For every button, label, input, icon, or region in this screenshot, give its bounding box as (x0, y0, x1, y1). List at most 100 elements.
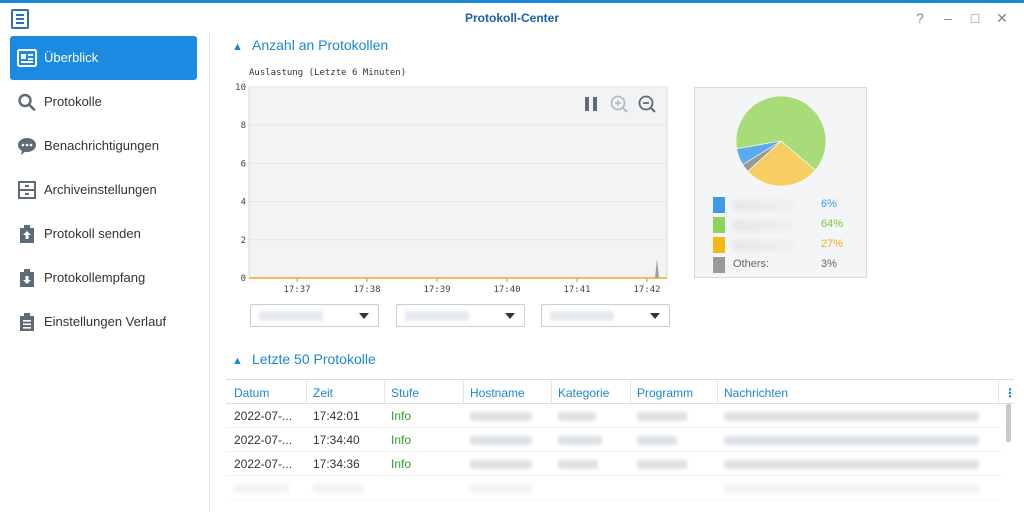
legend-label (733, 240, 793, 251)
legend-item: 6% (713, 196, 863, 214)
table-row[interactable]: 2022-07-... 17:34:36 Info (226, 452, 1001, 476)
cell-date: 2022-07-... (234, 457, 293, 471)
cell-program-redacted (637, 436, 677, 445)
host-dropdown-1[interactable] (250, 304, 379, 327)
section-title: Anzahl an Protokollen (252, 37, 389, 53)
dropdown-value (550, 311, 614, 321)
column-header-time[interactable]: Zeit (313, 386, 333, 400)
legend-swatch (713, 257, 725, 273)
sidebar-item-overview[interactable]: Überblick (10, 36, 197, 80)
close-icon[interactable]: ✕ (992, 9, 1012, 27)
legend-swatch (713, 217, 725, 233)
column-header-date[interactable]: Datum (234, 386, 269, 400)
legend-label (733, 200, 793, 211)
column-menu-icon[interactable]: ⋮ (1004, 386, 1016, 400)
chevron-down-icon (505, 313, 515, 319)
x-tick-label: 17:39 (423, 285, 450, 295)
pause-icon[interactable] (581, 93, 601, 115)
y-tick-label: 0 (241, 274, 246, 284)
cell-program-redacted (637, 412, 687, 421)
column-header-category[interactable]: Kategorie (558, 386, 609, 400)
legend-percent: 6% (821, 198, 837, 210)
y-tick-label: 6 (241, 159, 246, 169)
section-header-log-count[interactable]: ▲ Anzahl an Protokollen (232, 37, 388, 53)
y-tick-label: 8 (241, 121, 246, 131)
clipboard-upload-icon (20, 225, 34, 243)
cell-date: 2022-07-... (234, 433, 293, 447)
cell-redacted (234, 484, 289, 493)
window-title: Protokoll-Center (464, 11, 559, 25)
cell-time: 17:42:01 (313, 409, 360, 423)
zoom-in-icon[interactable] (609, 93, 629, 115)
chevron-up-icon: ▲ (232, 41, 243, 53)
sidebar-item-log-receive[interactable]: Protokollempfang (10, 256, 197, 300)
section-header-last-logs[interactable]: ▲ Letzte 50 Protokolle (232, 351, 376, 367)
sidebar-item-history-settings[interactable]: Einstellungen Verlauf (10, 300, 197, 344)
cell-level: Info (391, 433, 412, 447)
cell-program-redacted (637, 460, 687, 469)
chart-title: Auslastung (Letzte 6 Minuten) (249, 68, 407, 78)
dropdown-value (259, 311, 323, 321)
cell-redacted (470, 484, 532, 493)
x-tick-label: 17:41 (563, 285, 590, 295)
sidebar-item-notifications[interactable]: Benachrichtigungen (10, 124, 197, 168)
table-row[interactable]: 2022-07-... 17:34:40 Info (226, 428, 1001, 452)
legend-percent: 64% (821, 218, 844, 230)
search-icon (18, 93, 36, 111)
overview-icon (17, 49, 37, 67)
y-tick-label: 10 (235, 83, 246, 93)
chat-bubble-icon (18, 138, 36, 155)
column-header-messages[interactable]: Nachrichten (724, 386, 788, 400)
sidebar-item-label: Protokollempfang (44, 270, 146, 285)
sidebar-item-archive[interactable]: Archiveinstellungen (10, 168, 197, 212)
legend-item: Others: 3% (713, 256, 863, 274)
cell-hostname-redacted (470, 460, 532, 469)
chevron-up-icon: ▲ (232, 355, 243, 367)
zoom-out-icon[interactable] (637, 93, 657, 115)
cell-level: Info (391, 409, 412, 423)
cell-category-redacted (558, 412, 596, 421)
x-tick-label: 17:40 (493, 285, 520, 295)
legend-label: Others: (733, 258, 770, 270)
column-header-hostname[interactable]: Hostname (470, 386, 525, 400)
sidebar-item-send-log[interactable]: Protokoll senden (10, 212, 197, 256)
cell-hostname-redacted (470, 412, 532, 421)
sidebar-item-logs[interactable]: Protokolle (10, 80, 197, 124)
log-table: Datum Zeit Stufe Hostname Kategorie Prog… (226, 379, 1016, 500)
sidebar-item-label: Benachrichtigungen (44, 138, 159, 153)
sidebar-item-label: Protokoll senden (44, 226, 141, 241)
cell-hostname-redacted (470, 436, 532, 445)
legend-swatch (713, 237, 725, 253)
y-tick-label: 4 (241, 198, 246, 208)
host-dropdown-2[interactable] (396, 304, 525, 327)
maximize-icon[interactable]: □ (965, 9, 985, 27)
table-scrollbar-thumb[interactable] (1006, 404, 1011, 442)
legend-item: 27% (713, 236, 863, 254)
sidebar-item-label: Überblick (44, 50, 99, 65)
clipboard-list-icon (20, 313, 34, 331)
sidebar-item-label: Protokolle (44, 94, 102, 109)
column-header-program[interactable]: Programm (637, 386, 693, 400)
legend-swatch (713, 197, 725, 213)
minimize-icon[interactable]: – (938, 9, 958, 27)
chevron-down-icon (359, 313, 369, 319)
pie-chart-panel: 6% 64% 27% Others: 3% (694, 87, 867, 278)
table-header: Datum Zeit Stufe Hostname Kategorie Prog… (226, 379, 1016, 404)
host-dropdown-3[interactable] (541, 304, 670, 327)
section-title: Letzte 50 Protokolle (252, 351, 376, 367)
chevron-down-icon (650, 313, 660, 319)
table-row[interactable] (226, 476, 1001, 500)
table-row[interactable]: 2022-07-... 17:42:01 Info (226, 404, 1001, 428)
sidebar-item-label: Archiveinstellungen (44, 182, 157, 197)
x-tick-label: 17:42 (633, 285, 660, 295)
cell-time: 17:34:40 (313, 433, 360, 447)
legend-label (733, 220, 793, 231)
legend-percent: 27% (821, 238, 844, 250)
legend-item: 64% (713, 216, 863, 234)
cell-message-redacted (724, 412, 979, 421)
archive-drawer-icon (18, 181, 36, 199)
help-icon[interactable]: ? (910, 9, 930, 27)
cell-category-redacted (558, 460, 598, 469)
cell-message-redacted (724, 436, 979, 445)
column-header-level[interactable]: Stufe (391, 386, 419, 400)
